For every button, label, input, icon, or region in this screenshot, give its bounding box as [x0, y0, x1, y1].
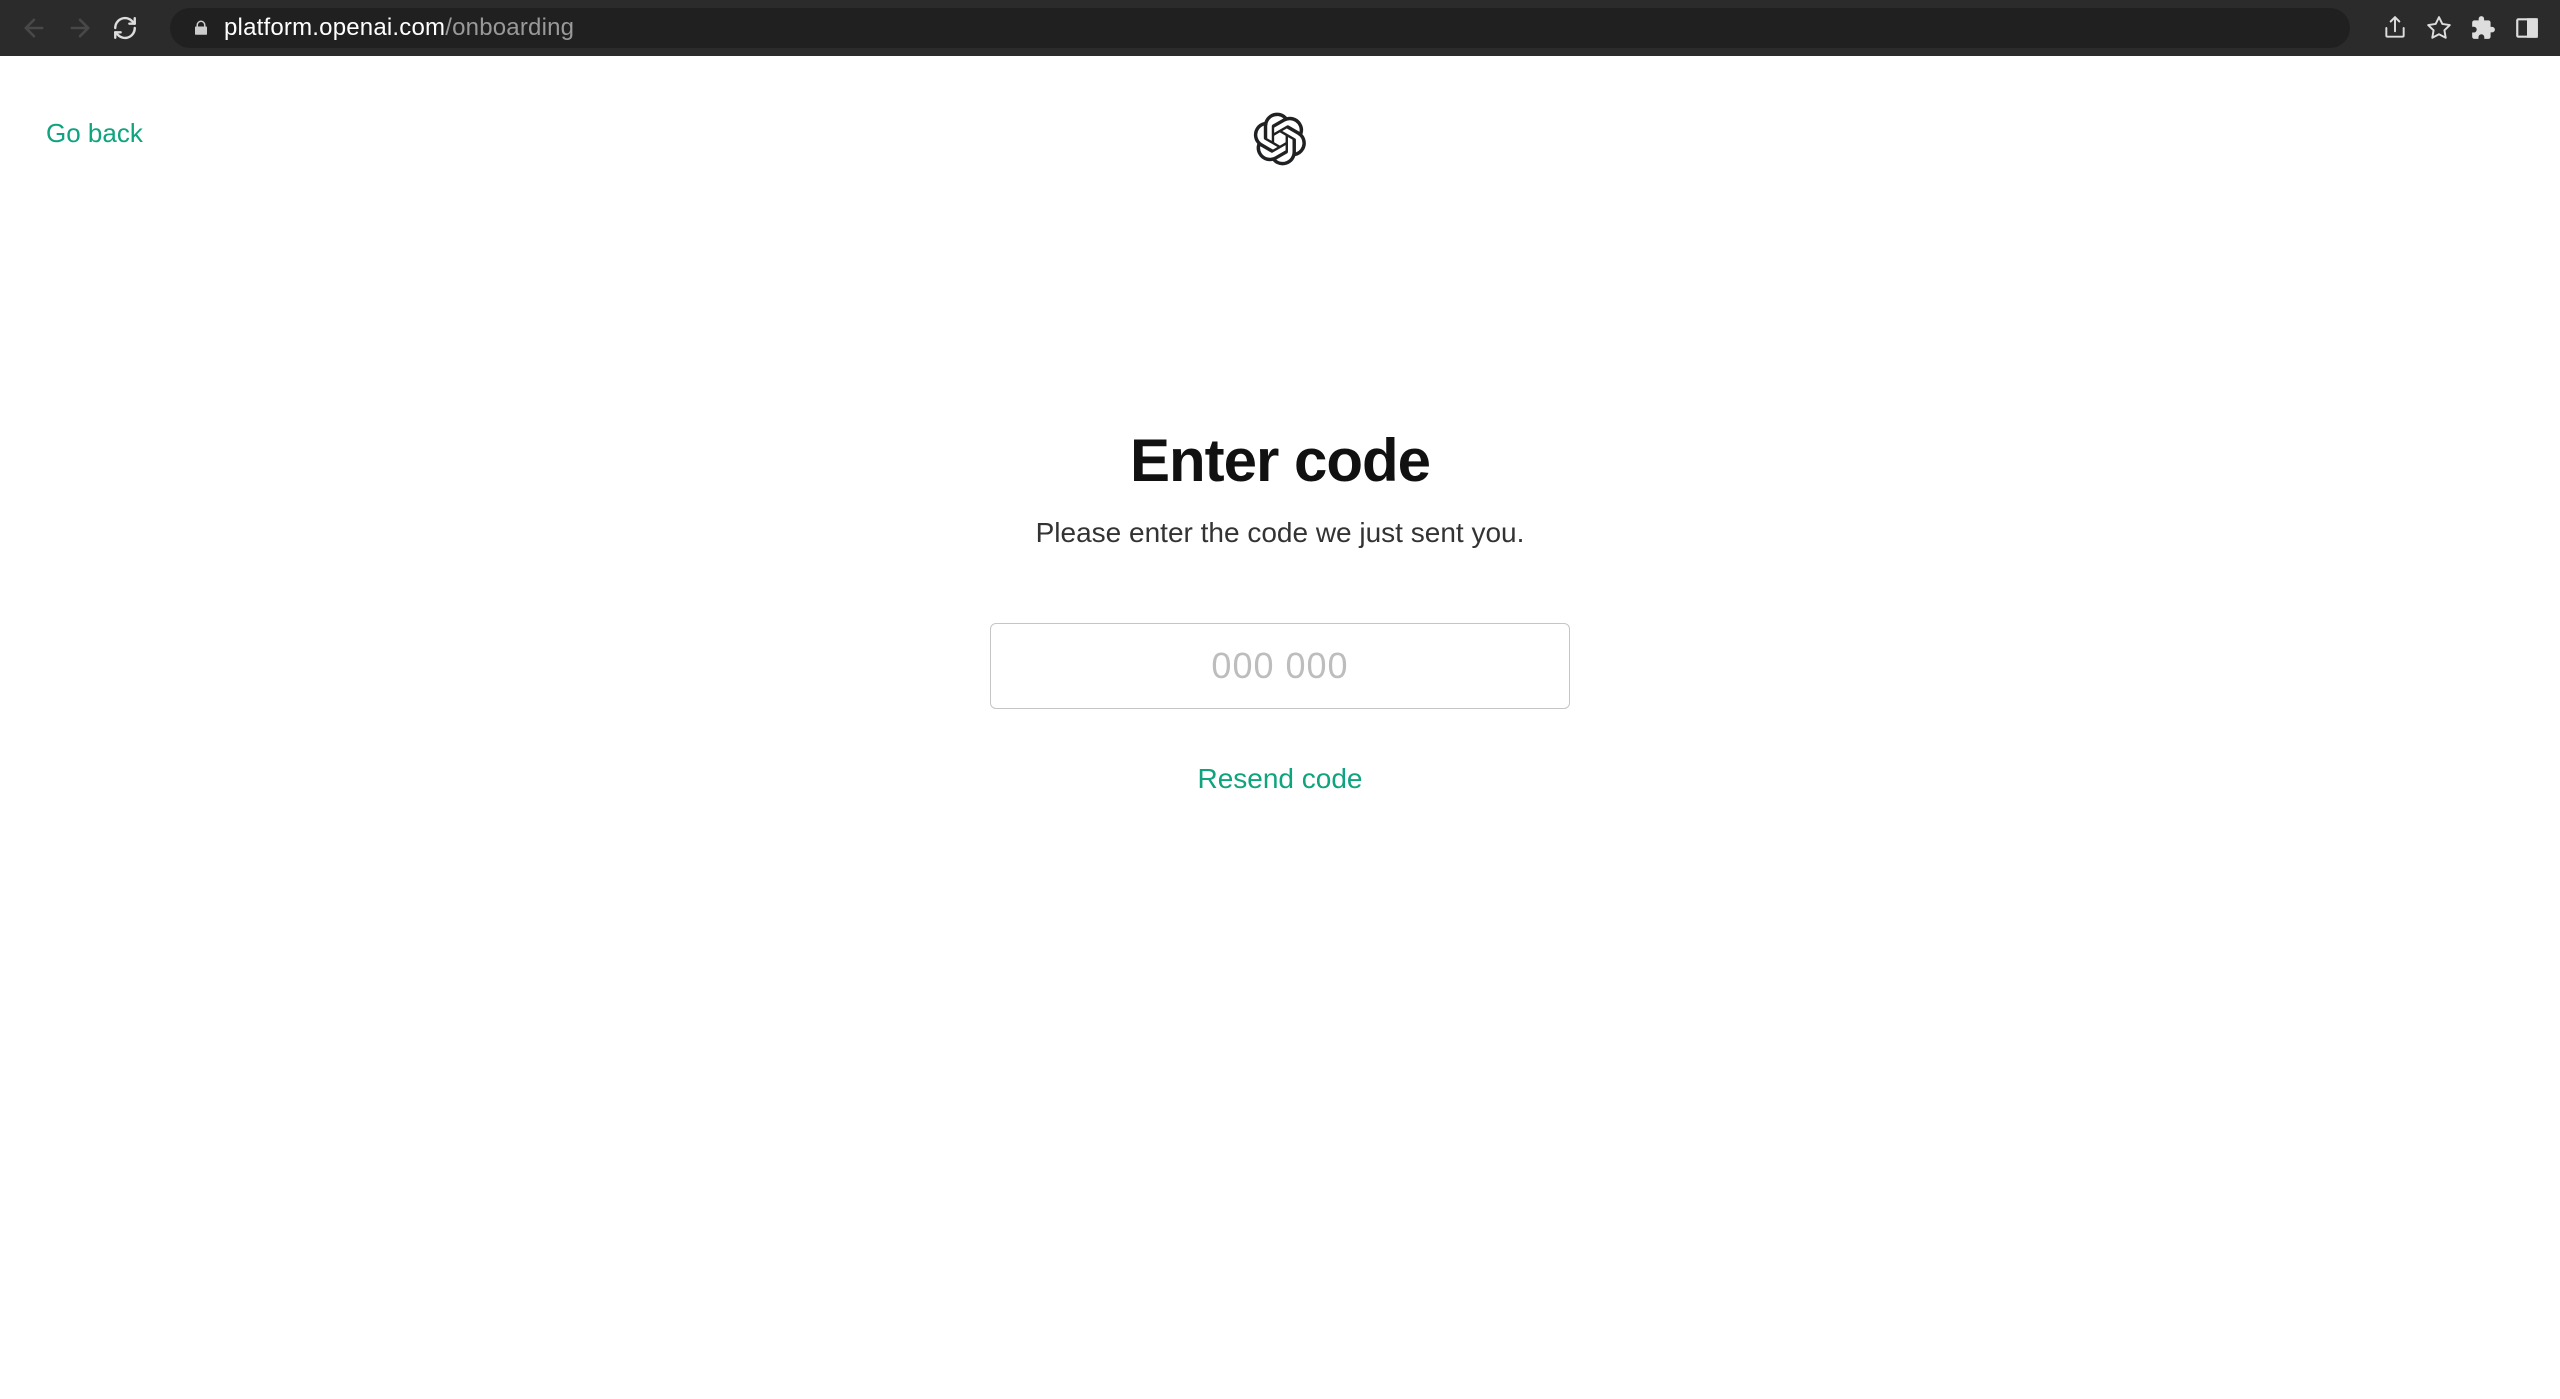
- browser-toolbar: platform.openai.com/onboarding: [0, 0, 2560, 56]
- page-title: Enter code: [1130, 426, 1430, 495]
- browser-reload-button[interactable]: [112, 15, 138, 41]
- url-path: /onboarding: [445, 14, 574, 41]
- bookmark-star-icon[interactable]: [2426, 15, 2452, 41]
- browser-right-controls: [2382, 15, 2540, 41]
- browser-forward-button[interactable]: [66, 14, 94, 42]
- browser-address-bar[interactable]: platform.openai.com/onboarding: [170, 8, 2350, 48]
- page-content: Go back Enter code Please enter the code…: [0, 56, 2560, 1399]
- page-subtitle: Please enter the code we just sent you.: [1036, 517, 1525, 549]
- resend-code-link[interactable]: Resend code: [1197, 763, 1362, 795]
- code-input[interactable]: [990, 623, 1570, 709]
- url-domain: platform.openai.com: [224, 14, 445, 41]
- browser-url: platform.openai.com/onboarding: [224, 14, 574, 42]
- panel-icon[interactable]: [2514, 15, 2540, 41]
- openai-logo: [1253, 112, 1307, 166]
- go-back-link[interactable]: Go back: [46, 118, 143, 149]
- share-icon[interactable]: [2382, 15, 2408, 41]
- lock-icon: [192, 19, 210, 37]
- extensions-icon[interactable]: [2470, 15, 2496, 41]
- browser-back-button[interactable]: [20, 14, 48, 42]
- verification-form: Enter code Please enter the code we just…: [930, 426, 1630, 795]
